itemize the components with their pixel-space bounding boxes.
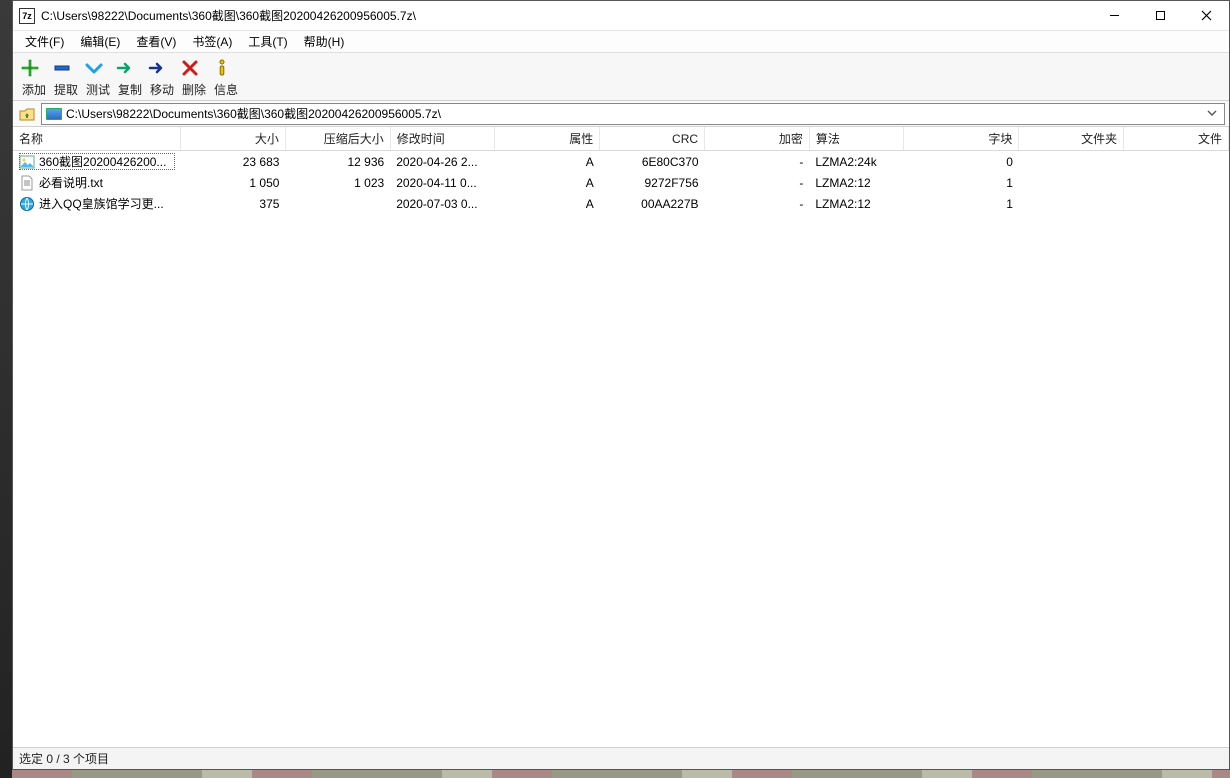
file-icon [19, 196, 35, 212]
file-icon [19, 175, 35, 191]
move-icon[interactable] [147, 57, 169, 79]
up-folder-icon[interactable] [17, 104, 37, 124]
cell-method: LZMA2:12 [809, 193, 903, 214]
toolbar-label-move: 移动 [147, 81, 177, 98]
toolbar-label-delete: 删除 [179, 81, 209, 98]
copy-icon[interactable] [115, 57, 137, 79]
statusbar: 选定 0 / 3 个项目 [13, 747, 1229, 769]
table-row[interactable]: 360截图20200426200... 23 68312 9362020-04-2… [13, 151, 1229, 173]
cell-encrypted: - [705, 172, 810, 193]
cell-method: LZMA2:12 [809, 172, 903, 193]
toolbar: 添加 提取 测试 复制 移动 删除 信息 [13, 53, 1229, 101]
cell-modified: 2020-04-26 2... [390, 151, 495, 173]
status-text: 选定 0 / 3 个项目 [19, 750, 109, 767]
cell-modified: 2020-07-03 0... [390, 193, 495, 214]
col-block[interactable]: 字块 [904, 127, 1019, 151]
cell-packed [285, 193, 390, 214]
cell-packed: 1 023 [285, 172, 390, 193]
cell-files [1124, 172, 1229, 193]
info-icon[interactable] [211, 57, 233, 79]
drive-icon [46, 108, 62, 120]
table-row[interactable]: 必看说明.txt 1 0501 0232020-04-11 0...A9272F7… [13, 172, 1229, 193]
col-packed[interactable]: 压缩后大小 [285, 127, 390, 151]
toolbar-labels: 添加 提取 测试 复制 移动 删除 信息 [19, 81, 1223, 98]
cell-block: 1 [904, 172, 1019, 193]
column-header-row: 名称 大小 压缩后大小 修改时间 属性 CRC 加密 算法 字块 文件夹 文件 [13, 127, 1229, 151]
cell-folders [1019, 151, 1124, 173]
col-crc[interactable]: CRC [600, 127, 705, 151]
cell-crc: 9272F756 [600, 172, 705, 193]
col-name[interactable]: 名称 [13, 127, 181, 151]
menu-bookmarks[interactable]: 书签(A) [184, 31, 240, 52]
file-name: 必看说明.txt [39, 174, 103, 191]
toolbar-label-info: 信息 [211, 81, 241, 98]
addressbar [13, 101, 1229, 127]
cell-files [1124, 151, 1229, 173]
window-controls [1091, 1, 1229, 30]
add-icon[interactable] [19, 57, 41, 79]
toolbar-label-add: 添加 [19, 81, 49, 98]
cell-packed: 12 936 [285, 151, 390, 173]
address-input[interactable] [66, 107, 1200, 121]
cell-block: 0 [904, 151, 1019, 173]
delete-icon[interactable] [179, 57, 201, 79]
window-title: C:\Users\98222\Documents\360截图\360截图2020… [41, 7, 1091, 24]
file-icon [19, 154, 35, 170]
col-files[interactable]: 文件 [1124, 127, 1229, 151]
cell-block: 1 [904, 193, 1019, 214]
cell-encrypted: - [705, 193, 810, 214]
cell-size: 23 683 [181, 151, 286, 173]
col-method[interactable]: 算法 [809, 127, 903, 151]
col-attributes[interactable]: 属性 [495, 127, 600, 151]
cell-crc: 00AA227B [600, 193, 705, 214]
menu-file[interactable]: 文件(F) [17, 31, 72, 52]
table-row[interactable]: 进入QQ皇族馆学习更... 375 2020-07-03 0...A00AA227B… [13, 193, 1229, 214]
cell-attr: A [495, 193, 600, 214]
cell-modified: 2020-04-11 0... [390, 172, 495, 193]
maximize-button[interactable] [1137, 1, 1183, 30]
cell-attr: A [495, 151, 600, 173]
menubar: 文件(F) 编辑(E) 查看(V) 书签(A) 工具(T) 帮助(H) [13, 31, 1229, 53]
chevron-down-icon[interactable] [1204, 107, 1220, 121]
test-icon[interactable] [83, 57, 105, 79]
toolbar-icons [19, 55, 1223, 81]
close-button[interactable] [1183, 1, 1229, 30]
col-modified[interactable]: 修改时间 [390, 127, 495, 151]
cell-size: 375 [181, 193, 286, 214]
extract-icon[interactable] [51, 57, 73, 79]
toolbar-label-extract: 提取 [51, 81, 81, 98]
cell-crc: 6E80C370 [600, 151, 705, 173]
address-combo[interactable] [41, 103, 1225, 125]
menu-edit[interactable]: 编辑(E) [72, 31, 128, 52]
toolbar-label-copy: 复制 [115, 81, 145, 98]
cell-folders [1019, 193, 1124, 214]
cell-attr: A [495, 172, 600, 193]
7zip-window: 7z C:\Users\98222\Documents\360截图\360截图2… [12, 0, 1230, 770]
cell-size: 1 050 [181, 172, 286, 193]
cell-method: LZMA2:24k [809, 151, 903, 173]
cell-files [1124, 193, 1229, 214]
toolbar-label-test: 测试 [83, 81, 113, 98]
file-name: 360截图20200426200... [39, 153, 166, 170]
menu-tools[interactable]: 工具(T) [240, 31, 295, 52]
menu-help[interactable]: 帮助(H) [296, 31, 353, 52]
minimize-button[interactable] [1091, 1, 1137, 30]
col-folders[interactable]: 文件夹 [1019, 127, 1124, 151]
col-encrypted[interactable]: 加密 [705, 127, 810, 151]
cell-encrypted: - [705, 151, 810, 173]
cell-folders [1019, 172, 1124, 193]
col-size[interactable]: 大小 [181, 127, 286, 151]
file-list[interactable]: 名称 大小 压缩后大小 修改时间 属性 CRC 加密 算法 字块 文件夹 文件 … [13, 127, 1229, 747]
app-icon: 7z [19, 8, 35, 24]
menu-view[interactable]: 查看(V) [128, 31, 184, 52]
titlebar[interactable]: 7z C:\Users\98222\Documents\360截图\360截图2… [13, 1, 1229, 31]
file-name: 进入QQ皇族馆学习更... [39, 195, 164, 212]
desktop-bottom-strip [12, 770, 1230, 778]
